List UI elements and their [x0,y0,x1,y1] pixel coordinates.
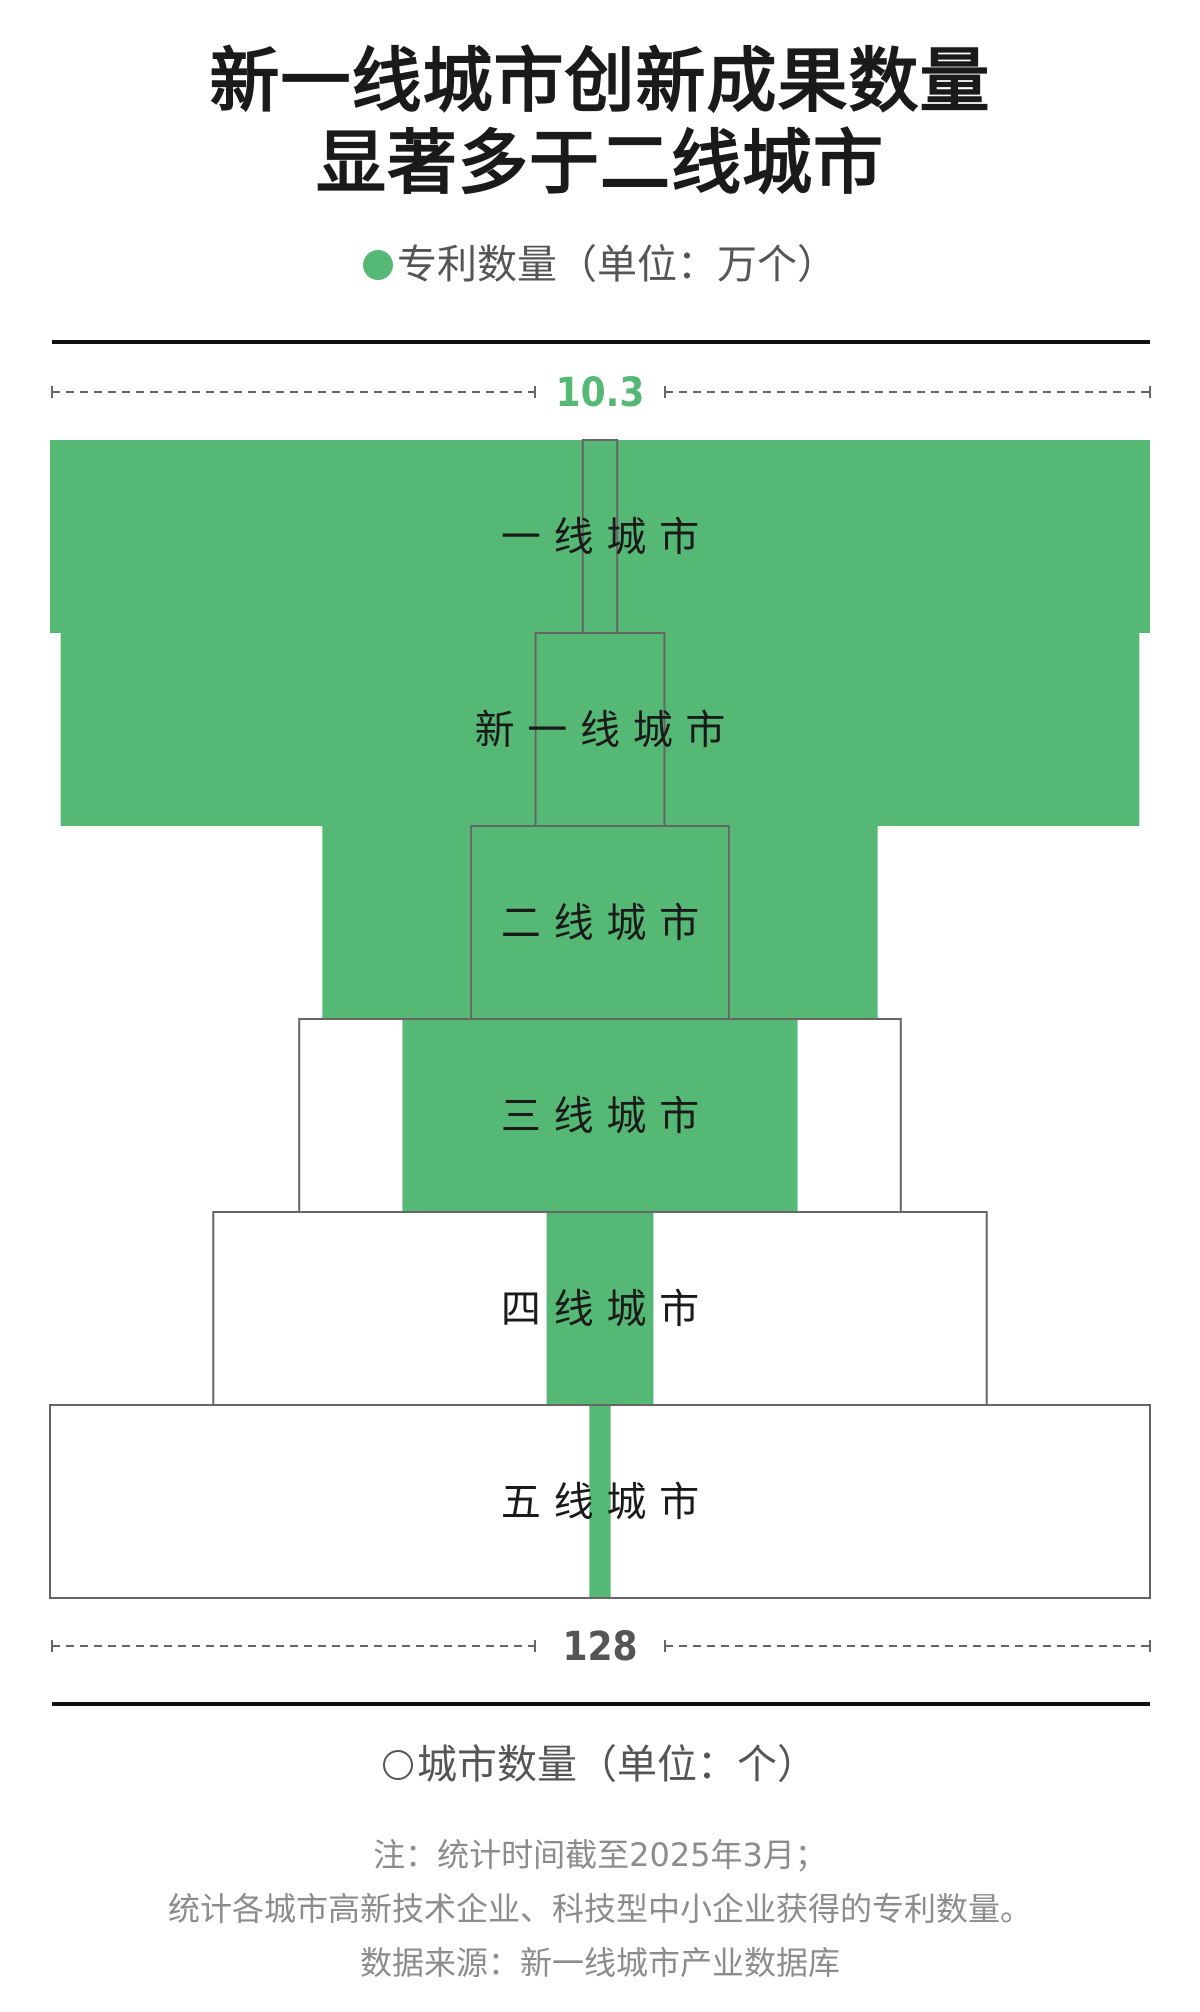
note-line-2: 统计各城市高新技术企业、科技型中小企业获得的专利数量。 [167,1890,1032,1928]
note-line-1: 注：统计时间截至2025年3月； [373,1836,827,1874]
note-line-3: 数据来源：新一线城市产业数据库 [359,1944,840,1982]
category-label: 五 线 城 市 [501,1480,699,1526]
category-label: 四 线 城 市 [501,1287,699,1333]
legend-cities: 城市数量（单位：个） [0,1738,1200,1792]
hollow-circle-icon [383,1750,413,1780]
footnotes: 注：统计时间截至2025年3月； 统计各城市高新技术企业、科技型中小企业获得的专… [0,1828,1200,1990]
category-label: 一 线 城 市 [501,515,699,561]
category-label: 二 线 城 市 [501,901,699,947]
category-label: 三 线 城 市 [501,1094,699,1140]
patent-scale-label: 10.3 [556,370,645,416]
funnel-chart: 10.3 128 一 线 城 市新 一 线 城 市二 线 城 市三 线 城 市四 线… [49,340,1151,1706]
city-scale-label: 128 [562,1624,637,1670]
category-label: 新 一 线 城 市 [475,708,726,754]
legend-cities-label: 城市数量（单位：个） [417,1742,817,1788]
